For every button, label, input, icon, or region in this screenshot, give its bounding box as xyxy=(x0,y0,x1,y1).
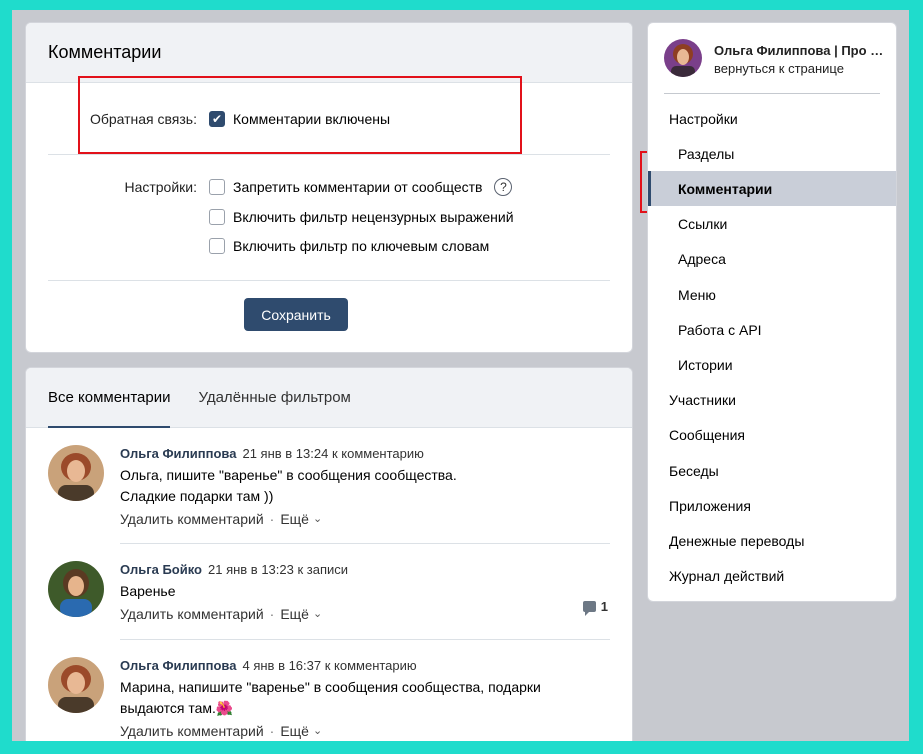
nav-item-menu[interactable]: Меню xyxy=(648,277,896,312)
avatar[interactable] xyxy=(48,445,104,501)
nav-item-settings[interactable]: Настройки xyxy=(648,101,896,136)
owner-block[interactable]: Ольга Филиппова | Про у... вернуться к с… xyxy=(664,39,886,83)
delete-comment-link[interactable]: Удалить комментарий xyxy=(120,509,264,529)
ban-community-comments-label: Запретить комментарии от сообществ xyxy=(233,179,483,195)
comment-author[interactable]: Ольга Бойко xyxy=(120,562,202,577)
settings-card-title: Комментарии xyxy=(26,23,632,83)
replies-button[interactable]: 1 xyxy=(582,599,608,616)
nav-item-addresses[interactable]: Адреса xyxy=(648,241,896,276)
keyword-filter-checkbox[interactable] xyxy=(209,238,225,254)
chevron-down-icon[interactable]: ⌄ xyxy=(313,509,322,529)
comment-text-line: выдаются там.🌺 xyxy=(120,700,234,716)
more-link[interactable]: Ещё xyxy=(280,721,309,741)
comment-text-line: Ольга, пишите "варенье" в сообщения сооб… xyxy=(120,467,457,483)
delete-comment-link[interactable]: Удалить комментарий xyxy=(120,604,264,624)
profanity-filter-label: Включить фильтр нецензурных выражений xyxy=(233,209,514,225)
profanity-filter-option[interactable]: Включить фильтр нецензурных выражений xyxy=(209,209,514,225)
nav-item-action-log[interactable]: Журнал действий xyxy=(648,558,896,593)
community-settings-nav: Ольга Филиппова | Про у... вернуться к с… xyxy=(647,22,897,602)
nav-item-messages[interactable]: Сообщения xyxy=(648,417,896,452)
comment-text-line: Марина, напишите "варенье" в сообщения с… xyxy=(120,679,541,695)
tab-all-comments[interactable]: Все комментарии xyxy=(48,368,171,428)
comment-meta[interactable]: 4 янв в 16:37 к комментарию xyxy=(242,658,416,673)
nav-item-api[interactable]: Работа с API xyxy=(648,312,896,347)
nav-item-comments[interactable]: Комментарии xyxy=(648,171,896,206)
comment-bubble-icon xyxy=(582,601,596,616)
divider xyxy=(664,93,880,94)
nav-item-members[interactable]: Участники xyxy=(648,382,896,417)
delete-comment-link[interactable]: Удалить комментарий xyxy=(120,721,264,741)
help-icon[interactable]: ? xyxy=(494,178,513,196)
more-link[interactable]: Ещё xyxy=(280,509,309,529)
chevron-down-icon[interactable]: ⌄ xyxy=(313,604,322,624)
tab-filtered-comments[interactable]: Удалённые фильтром xyxy=(198,368,350,427)
divider xyxy=(48,280,610,281)
separator-dot: · xyxy=(269,511,275,527)
nav-item-stories[interactable]: Истории xyxy=(648,347,896,382)
more-link[interactable]: Ещё xyxy=(280,604,309,624)
keyword-filter-option[interactable]: Включить фильтр по ключевым словам xyxy=(209,238,514,254)
separator-dot: · xyxy=(269,606,275,622)
profanity-filter-checkbox[interactable] xyxy=(209,209,225,225)
comments-list-card: Все комментарии Удалённые фильтром Ольга… xyxy=(25,367,633,741)
comment-item: Ольга Филиппова 21 янв в 13:24 к коммента… xyxy=(48,445,608,527)
nav-item-sections[interactable]: Разделы xyxy=(648,136,896,171)
divider xyxy=(120,639,610,640)
avatar[interactable] xyxy=(48,561,104,617)
save-button[interactable]: Сохранить xyxy=(244,298,348,331)
chevron-down-icon[interactable]: ⌄ xyxy=(313,721,322,741)
comment-meta[interactable]: 21 янв в 13:23 к записи xyxy=(208,562,348,577)
nav-item-apps[interactable]: Приложения xyxy=(648,488,896,523)
back-to-page-link[interactable]: вернуться к странице xyxy=(714,61,844,76)
comment-item: Ольга Филиппова 4 янв в 16:37 к комментар… xyxy=(48,657,608,739)
separator-dot: · xyxy=(269,723,275,739)
settings-row: Настройки: Запретить комментарии от сооб… xyxy=(26,178,514,267)
comment-meta[interactable]: 21 янв в 13:24 к комментарию xyxy=(242,446,423,461)
comment-text-line: Варенье xyxy=(120,583,176,599)
comment-text-line: Сладкие подарки там )) xyxy=(120,488,274,504)
owner-name[interactable]: Ольга Филиппова | Про у... xyxy=(714,43,886,58)
avatar[interactable] xyxy=(48,657,104,713)
comments-tabs: Все комментарии Удалённые фильтром xyxy=(26,368,632,428)
nav-item-links[interactable]: Ссылки xyxy=(648,206,896,241)
highlight-box-feedback xyxy=(78,76,522,154)
nav-item-money-transfers[interactable]: Денежные переводы xyxy=(648,523,896,558)
nav-item-chats[interactable]: Беседы xyxy=(648,453,896,488)
divider xyxy=(120,543,610,544)
comments-settings-card: Комментарии Обратная связь: ✔ Комментари… xyxy=(25,22,633,353)
comment-item: Ольга Бойко 21 янв в 13:23 к записи Варен… xyxy=(48,561,608,624)
comment-author[interactable]: Ольга Филиппова xyxy=(120,446,236,461)
keyword-filter-label: Включить фильтр по ключевым словам xyxy=(233,238,490,254)
comment-author[interactable]: Ольга Филиппова xyxy=(120,658,236,673)
ban-community-comments-option[interactable]: Запретить комментарии от сообществ ? xyxy=(209,178,514,196)
reply-count: 1 xyxy=(600,599,608,614)
page-frame: Комментарии Обратная связь: ✔ Комментари… xyxy=(12,10,909,741)
divider xyxy=(48,154,610,155)
settings-label: Настройки: xyxy=(124,179,197,195)
avatar[interactable] xyxy=(664,39,702,77)
ban-community-comments-checkbox[interactable] xyxy=(209,179,225,195)
